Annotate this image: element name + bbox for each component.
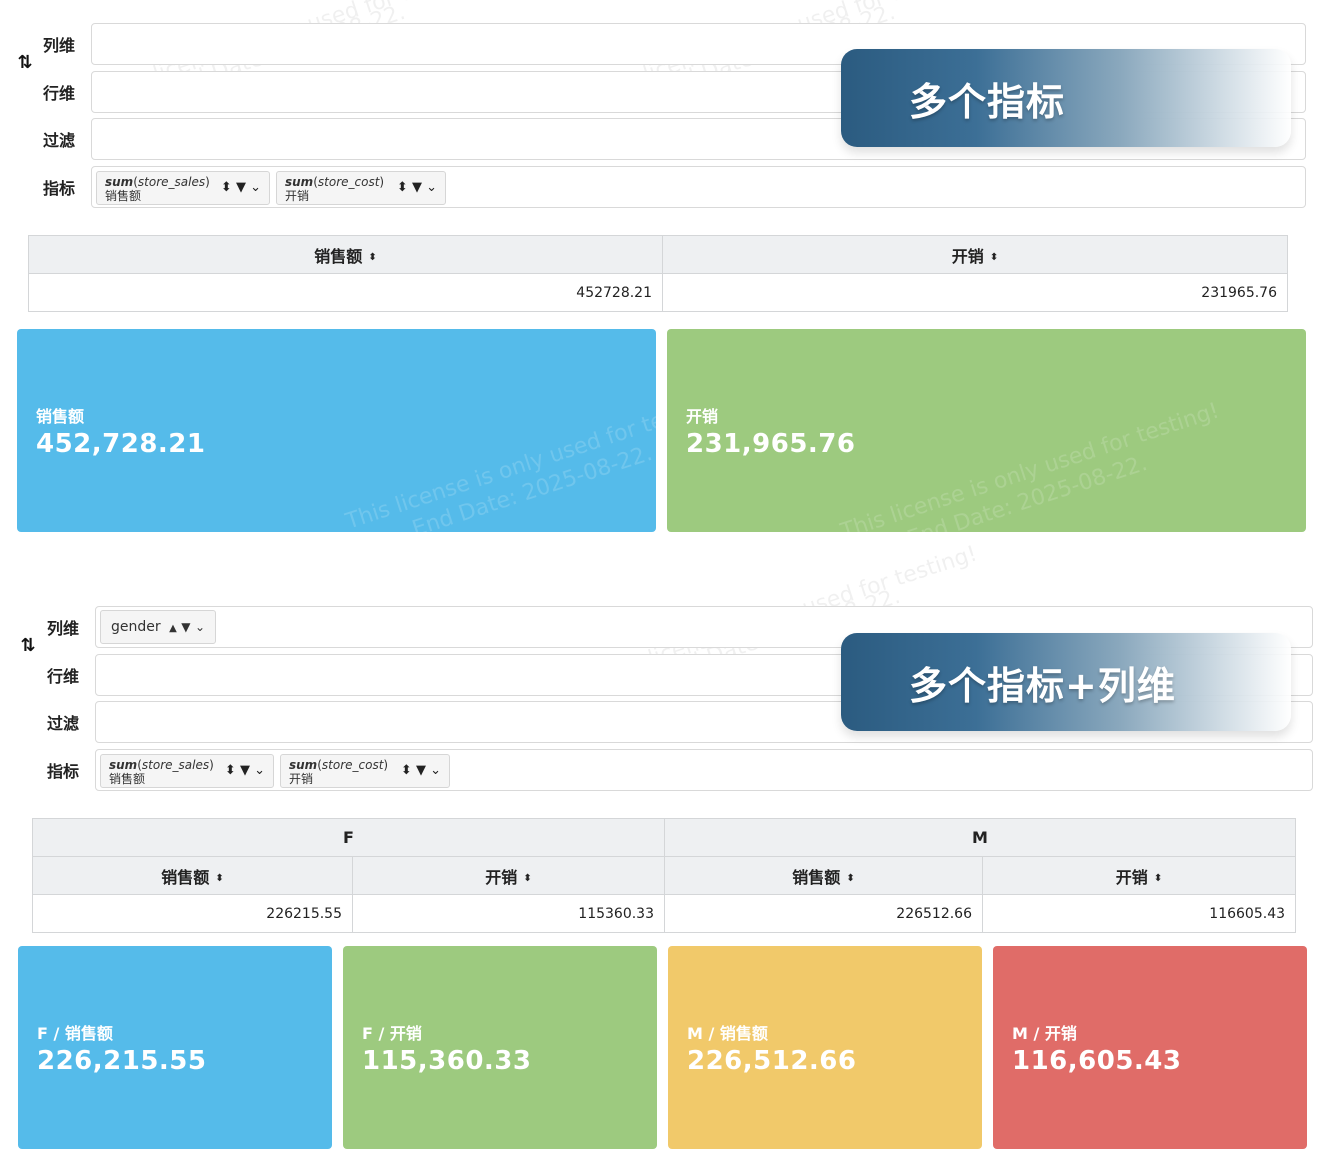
kpi-card: M / 销售额 226,512.66 [668,946,982,1149]
panel-multiple-measures-with-column: This license is only used for testing! E… [0,541,1330,1162]
banner-title: 多个指标+列维 [909,664,1176,708]
measure-func: sum [289,758,318,772]
swap-icon[interactable]: ⇅ [16,52,34,74]
sort-icon[interactable]: ⬍ [401,763,412,778]
watermark-text: End Date: 2025-08-22. [409,440,656,543]
table-cell: 226512.66 [664,894,983,933]
table-cell: 226215.55 [32,894,353,933]
sort-icon[interactable]: ⬍ [215,873,223,884]
columns-label: 列维 [43,36,76,55]
card-value: 226,215.55 [37,1046,207,1076]
sort-icon[interactable]: ⬍ [225,763,236,778]
measure-func: sum [105,175,134,189]
sort-icon[interactable]: ⬍ [1154,873,1162,884]
sort-icon[interactable]: ⬍ [368,252,376,263]
measure-field: store_cost [321,758,384,772]
filter-icon[interactable]: ▼ [236,180,246,195]
kpi-card: F / 开销 115,360.33 [343,946,657,1149]
card-label: M / 销售额 [687,1024,768,1043]
watermark-text: This license is only used for testing! [837,398,1223,545]
table-header-cell[interactable]: 开销 ⬍ [662,235,1288,274]
sort-icon[interactable]: ⬍ [846,873,854,884]
measure-field: store_sales [141,758,210,772]
table-header-cell[interactable]: 开销 ⬍ [981,856,1297,895]
card-value: 115,360.33 [362,1046,532,1076]
measures-label: 指标 [47,762,80,781]
table-cell: 452728.21 [28,273,663,312]
columns-label: 列维 [47,619,80,638]
measure-field: store_sales [137,175,206,189]
banner: 多个指标 [841,49,1291,147]
table-header-cell[interactable]: 销售额 ⬍ [664,856,983,895]
card-value: 452,728.21 [36,429,206,459]
rows-label: 行维 [47,667,80,686]
sort-asc-icon[interactable]: ▲ [169,623,177,634]
table-row: 226215.55 115360.33 226512.66 116605.43 [32,894,1297,933]
column-group-header: M [663,818,1297,857]
measure-func: sum [109,758,138,772]
table-header-cell[interactable]: 销售额 ⬍ [32,856,353,895]
measure-pill[interactable]: sum(store_cost) 开销 ⬍ ▼ ⌄ [276,171,446,205]
measures-label: 指标 [43,179,76,198]
filter-icon[interactable]: ▼ [416,763,426,778]
card-value: 231,965.76 [686,429,856,459]
measure-pill[interactable]: sum(store_cost) 开销 ⬍ ▼ ⌄ [280,754,450,788]
filter-icon[interactable]: ▼ [181,620,190,634]
card-value: 226,512.66 [687,1046,857,1076]
swap-icon[interactable]: ⇅ [19,635,37,657]
pivot-table: F M 销售额 ⬍ 开销 ⬍ 销售额 ⬍ 开销 ⬍ 226215.55 115360.3… [32,818,1297,933]
measures-dropzone[interactable]: sum(store_sales) 销售额 ⬍ ▼ ⌄ sum(store_cos… [91,166,1306,208]
kpi-card: This license is only used for testing! E… [17,329,727,542]
rows-label: 行维 [43,84,76,103]
sort-icon[interactable]: ⬍ [990,252,998,263]
table-row: 452728.21 231965.76 [28,273,1288,312]
measure-func: sum [285,175,314,189]
watermark-text: End Date: 2025-08-22. [904,450,1151,553]
card-label: F / 销售额 [37,1024,113,1043]
table-cell: 116605.43 [981,894,1297,933]
filter-label: 过滤 [43,131,76,150]
chevron-down-icon[interactable]: ⌄ [254,763,265,778]
card-value: 116,605.43 [1012,1046,1182,1076]
chevron-down-icon[interactable]: ⌄ [426,180,437,195]
table-header-cell[interactable]: 销售额 ⬍ [28,235,663,274]
sort-icon[interactable]: ⬍ [397,180,408,195]
pivot-table: 销售额 ⬍ 开销 ⬍ 452728.21 231965.76 [28,235,1288,312]
chevron-down-icon[interactable]: ⌄ [250,180,261,195]
dimension-pill[interactable]: gender ▲ ▼ ⌄ [100,610,216,644]
dimension-name: gender [111,619,161,635]
table-header-cell[interactable]: 开销 ⬍ [352,856,665,895]
banner: 多个指标+列维 [841,633,1291,731]
measure-pill[interactable]: sum(store_sales) 销售额 ⬍ ▼ ⌄ [100,754,274,788]
filter-icon[interactable]: ▼ [240,763,250,778]
column-group-header: F [32,818,665,857]
card-label: M / 开销 [1012,1024,1077,1043]
chevron-down-icon[interactable]: ⌄ [195,620,205,634]
sort-icon[interactable]: ⬍ [523,873,531,884]
panel-multiple-measures: This license is only used for testing! E… [0,0,1330,560]
measures-dropzone[interactable]: sum(store_sales) 销售额 ⬍ ▼ ⌄ sum(store_cos… [95,749,1313,791]
kpi-card: This license is only used for testing! E… [667,329,1306,552]
filter-label: 过滤 [47,714,80,733]
sort-icon[interactable]: ⬍ [221,180,232,195]
card-label: 开销 [686,407,719,426]
card-label: F / 开销 [362,1024,422,1043]
card-label: 销售额 [36,407,85,426]
kpi-card: F / 销售额 226,215.55 [18,946,332,1149]
banner-title: 多个指标 [909,80,1066,124]
kpi-card: M / 开销 116,605.43 [993,946,1307,1149]
measure-pill[interactable]: sum(store_sales) 销售额 ⬍ ▼ ⌄ [96,171,270,205]
table-cell: 231965.76 [662,273,1288,312]
table-cell: 115360.33 [352,894,665,933]
measure-field: store_cost [317,175,380,189]
chevron-down-icon[interactable]: ⌄ [430,763,441,778]
filter-icon[interactable]: ▼ [412,180,422,195]
